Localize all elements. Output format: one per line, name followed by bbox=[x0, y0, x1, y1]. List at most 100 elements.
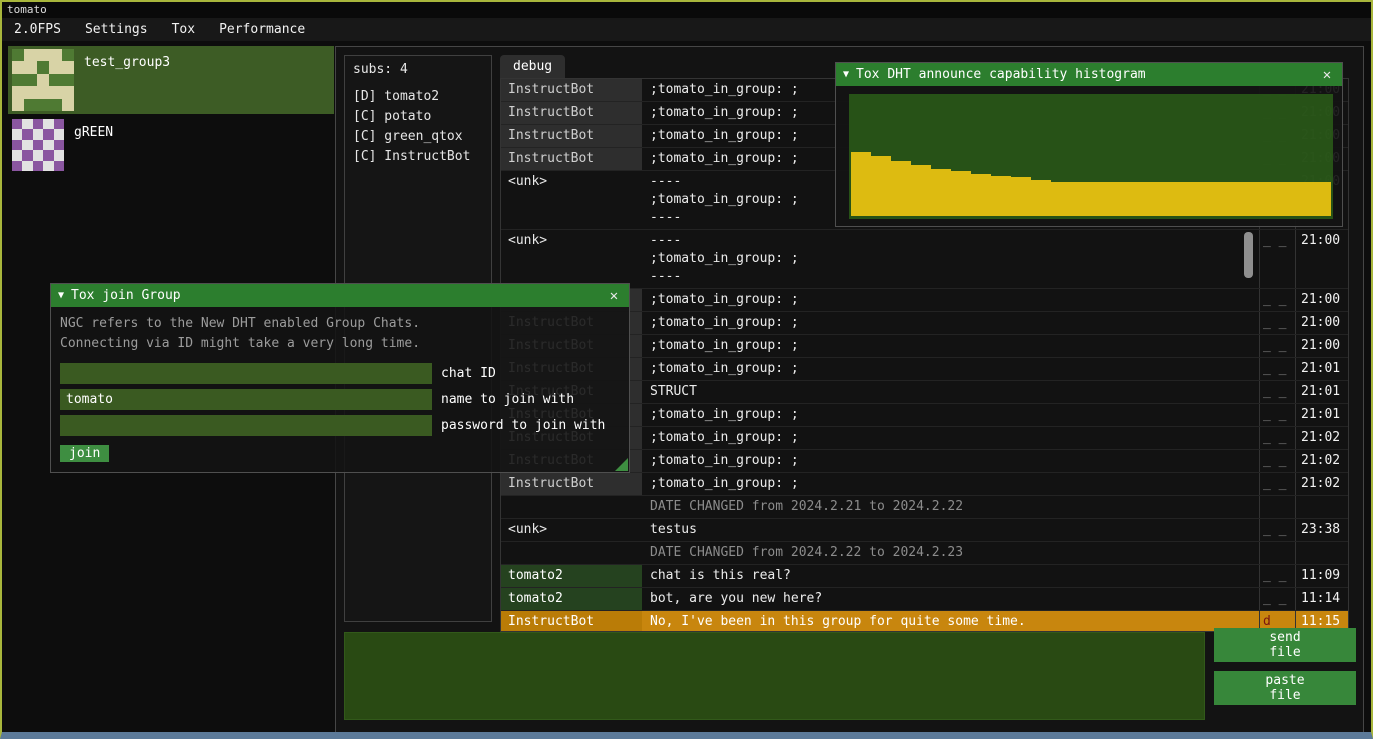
sub-item-2[interactable]: [C] green_qtox bbox=[353, 127, 491, 147]
join-password-label: password to join with bbox=[441, 418, 605, 433]
histogram-bar bbox=[971, 174, 991, 217]
message-text: STRUCT bbox=[642, 381, 1259, 403]
message-timestamp: 11:14 bbox=[1295, 588, 1348, 610]
join-password-input[interactable] bbox=[60, 415, 432, 436]
message-text: ;tomato_in_group: ; bbox=[642, 289, 1259, 311]
close-icon[interactable]: ✕ bbox=[606, 288, 622, 304]
message-text: DATE CHANGED from 2024.2.22 to 2024.2.23 bbox=[642, 542, 1259, 564]
histogram-window-title: Tox DHT announce capability histogram bbox=[856, 67, 1312, 82]
message-text: ;tomato_in_group: ; bbox=[642, 450, 1259, 472]
message-status-flags: _ _ bbox=[1259, 427, 1295, 449]
message-row[interactable]: InstructBot;tomato_in_group: ;_ _21:02 bbox=[501, 473, 1348, 496]
message-timestamp: 21:02 bbox=[1295, 450, 1348, 472]
join-info-lines: NGC refers to the New DHT enabled Group … bbox=[60, 314, 620, 354]
message-sender: <unk> bbox=[501, 171, 642, 229]
collapse-arrow-icon[interactable]: ▼ bbox=[843, 69, 849, 80]
message-text: chat is this real? bbox=[642, 565, 1259, 587]
subs-count-label: subs: 4 bbox=[353, 62, 491, 77]
message-text: ;tomato_in_group: ; bbox=[642, 473, 1259, 495]
join-name-input[interactable] bbox=[60, 389, 432, 410]
subs-list: [D] tomato2[C] potato[C] green_qtox[C] I… bbox=[353, 87, 491, 167]
message-sender: <unk> bbox=[501, 230, 642, 288]
histogram-bar bbox=[931, 169, 951, 217]
message-row[interactable]: <unk>testus_ _23:38 bbox=[501, 519, 1348, 542]
send-file-button[interactable]: send file bbox=[1214, 628, 1356, 662]
dht-histogram-window: ▼ Tox DHT announce capability histogram … bbox=[835, 62, 1343, 227]
group-avatar bbox=[12, 119, 64, 171]
message-status-flags: _ _ bbox=[1259, 312, 1295, 334]
group-item-test_group3[interactable]: test_group3 bbox=[8, 46, 334, 114]
sub-item-3[interactable]: [C] InstructBot bbox=[353, 147, 491, 167]
histogram-bar bbox=[911, 165, 931, 216]
histogram-bar bbox=[1171, 182, 1191, 216]
message-status-flags: _ _ bbox=[1259, 230, 1295, 288]
message-sender: InstructBot bbox=[501, 102, 642, 124]
message-input[interactable] bbox=[344, 632, 1205, 720]
histogram-bar bbox=[1031, 180, 1051, 216]
join-form-fields: chat ID name to join with password to join… bbox=[60, 363, 620, 436]
histogram-window-titlebar[interactable]: ▼ Tox DHT announce capability histogram … bbox=[836, 63, 1342, 86]
message-status-flags bbox=[1259, 496, 1295, 518]
message-timestamp: 21:02 bbox=[1295, 473, 1348, 495]
message-text: No, I've been in this group for quite so… bbox=[642, 611, 1259, 632]
chat-scrollbar-thumb[interactable] bbox=[1244, 232, 1253, 278]
message-timestamp bbox=[1295, 496, 1348, 518]
collapse-arrow-icon[interactable]: ▼ bbox=[58, 290, 64, 301]
message-row[interactable]: tomato2bot, are you new here?_ _11:14 bbox=[501, 588, 1348, 611]
message-text: ;tomato_in_group: ; bbox=[642, 427, 1259, 449]
message-row[interactable]: tomato2chat is this real?_ _11:09 bbox=[501, 565, 1348, 588]
message-sender: InstructBot bbox=[501, 611, 642, 632]
message-sender: InstructBot bbox=[501, 473, 642, 495]
message-status-flags: _ _ bbox=[1259, 381, 1295, 403]
histogram-bar bbox=[1251, 182, 1271, 216]
menu-item-tox[interactable]: Tox bbox=[160, 18, 207, 41]
chat-id-label: chat ID bbox=[441, 366, 496, 381]
message-status-flags: _ _ bbox=[1259, 450, 1295, 472]
message-timestamp: 21:00 bbox=[1295, 312, 1348, 334]
histogram-bar bbox=[951, 171, 971, 216]
menu-item-settings[interactable]: Settings bbox=[73, 18, 160, 41]
join-window-titlebar[interactable]: ▼ Tox join Group ✕ bbox=[51, 284, 629, 307]
message-timestamp: 21:00 bbox=[1295, 289, 1348, 311]
histogram-bar bbox=[1051, 182, 1071, 216]
close-icon[interactable]: ✕ bbox=[1319, 67, 1335, 83]
message-timestamp: 21:02 bbox=[1295, 427, 1348, 449]
join-name-label: name to join with bbox=[441, 392, 574, 407]
join-field-row: chat ID bbox=[60, 363, 620, 384]
resize-grip-icon[interactable] bbox=[615, 458, 628, 471]
sub-item-0[interactable]: [D] tomato2 bbox=[353, 87, 491, 107]
sub-item-1[interactable]: [C] potato bbox=[353, 107, 491, 127]
group-list: test_group3 gREEN bbox=[8, 46, 334, 186]
message-text: testus bbox=[642, 519, 1259, 541]
join-window-title: Tox join Group bbox=[71, 288, 599, 303]
message-status-flags: _ _ bbox=[1259, 473, 1295, 495]
date-changed-row: DATE CHANGED from 2024.2.22 to 2024.2.23 bbox=[501, 542, 1348, 565]
group-item-gREEN[interactable]: gREEN bbox=[8, 116, 334, 184]
message-sender: InstructBot bbox=[501, 79, 642, 101]
menu-item-performance[interactable]: Performance bbox=[207, 18, 317, 41]
histogram-bar bbox=[1271, 182, 1291, 216]
group-name: gREEN bbox=[74, 119, 113, 181]
fps-counter: 2.0FPS bbox=[2, 18, 73, 41]
message-timestamp: 21:01 bbox=[1295, 381, 1348, 403]
group-avatar bbox=[12, 49, 74, 111]
message-status-flags: _ _ bbox=[1259, 519, 1295, 541]
message-status-flags: _ _ bbox=[1259, 404, 1295, 426]
histogram-bar bbox=[1111, 182, 1131, 216]
join-button[interactable]: join bbox=[60, 445, 109, 462]
histogram-bar bbox=[1151, 182, 1171, 216]
histogram-bar bbox=[1311, 182, 1331, 216]
message-sender: tomato2 bbox=[501, 588, 642, 610]
paste-file-button[interactable]: paste file bbox=[1214, 671, 1356, 705]
message-sender: tomato2 bbox=[501, 565, 642, 587]
message-sender: <unk> bbox=[501, 519, 642, 541]
chat-id-input[interactable] bbox=[60, 363, 432, 384]
message-text: ;tomato_in_group: ; bbox=[642, 335, 1259, 357]
tab-debug[interactable]: debug bbox=[500, 55, 565, 78]
histogram-bar bbox=[891, 161, 911, 216]
message-row[interactable]: <unk>----;tomato_in_group: ;----_ _21:00 bbox=[501, 230, 1348, 289]
join-form: NGC refers to the New DHT enabled Group … bbox=[51, 307, 629, 469]
histogram-bar bbox=[1211, 182, 1231, 216]
app-window: tomato 2.0FPSSettingsToxPerformance test… bbox=[0, 0, 1373, 739]
histogram-bar bbox=[851, 152, 871, 216]
